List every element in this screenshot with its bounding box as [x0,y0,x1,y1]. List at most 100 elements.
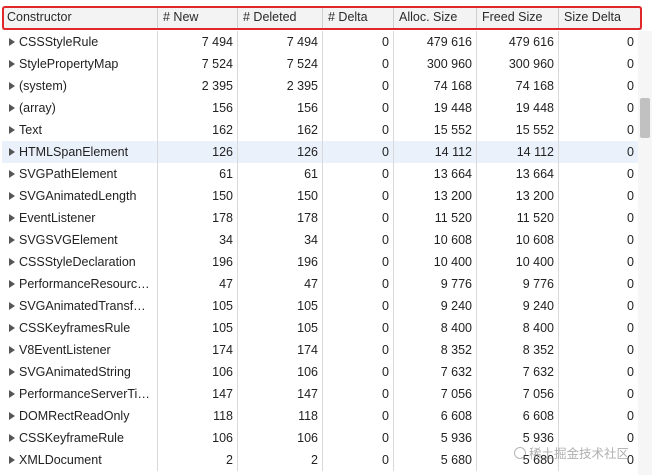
cell-alloc: 9 776 [394,273,477,295]
table-row[interactable]: EventListener 178 178 0 11 520 11 520 0 [2,207,638,229]
cell-alloc: 8 352 [394,339,477,361]
constructor-name: (array) [19,101,56,115]
table-row[interactable]: Text 162 162 0 15 552 15 552 0 [2,119,638,141]
cell-alloc: 74 168 [394,75,477,97]
disclosure-triangle-icon[interactable] [9,389,15,398]
table-row[interactable]: SVGAnimatedLength 150 150 0 13 200 13 200 0 [2,185,638,207]
watermark-logo-icon [514,447,526,459]
constructor-name: StylePropertyMap [19,57,119,71]
column-header-deleted[interactable]: # Deleted [238,6,323,29]
cell-new: 61 [158,163,238,185]
cell-freed: 8 352 [477,339,559,361]
table-row[interactable]: CSSStyleDeclaration 196 196 0 10 400 10 400 0 [2,251,638,273]
cell-size-delta: 0 [627,343,634,357]
table-row[interactable]: CSSKeyframesRule 105 105 0 8 400 8 400 0 [2,317,638,339]
cell-size-delta: 0 [627,255,634,269]
table-row[interactable]: (array) 156 156 0 19 448 19 448 0 [2,97,638,119]
column-header-freed-size[interactable]: Freed Size [477,6,559,29]
constructor-name: SVGPathElement [19,167,117,181]
table-row[interactable]: SVGAnimatedTransf… 105 105 0 9 240 9 240 0 [2,295,638,317]
cell-delta: 0 [323,31,394,53]
disclosure-triangle-icon[interactable] [9,279,15,288]
cell-freed: 15 552 [477,119,559,141]
cell-deleted: 61 [238,163,323,185]
cell-freed: 13 664 [477,163,559,185]
cell-delta: 0 [323,119,394,141]
cell-alloc: 5 680 [394,449,477,471]
disclosure-triangle-icon[interactable] [9,59,15,68]
cell-deleted: 47 [238,273,323,295]
scrollbar-thumb[interactable] [640,98,650,138]
disclosure-triangle-icon[interactable] [9,235,15,244]
cell-new: 178 [158,207,238,229]
disclosure-triangle-icon[interactable] [9,323,15,332]
cell-freed: 7 632 [477,361,559,383]
cell-delta: 0 [323,185,394,207]
disclosure-triangle-icon[interactable] [9,411,15,420]
cell-freed: 300 960 [477,53,559,75]
cell-size-delta: 0 [627,57,634,71]
table-row[interactable]: DOMRectReadOnly 118 118 0 6 608 6 608 0 [2,405,638,427]
disclosure-triangle-icon[interactable] [9,367,15,376]
disclosure-triangle-icon[interactable] [9,455,15,464]
cell-freed: 9 240 [477,295,559,317]
disclosure-triangle-icon[interactable] [9,147,15,156]
cell-new: 174 [158,339,238,361]
disclosure-triangle-icon[interactable] [9,301,15,310]
cell-delta: 0 [323,383,394,405]
disclosure-triangle-icon[interactable] [9,433,15,442]
table-row[interactable]: HTMLSpanElement 126 126 0 14 112 14 112 0 [2,141,638,163]
table-row[interactable]: SVGSVGElement 34 34 0 10 608 10 608 0 [2,229,638,251]
cell-alloc: 479 616 [394,31,477,53]
watermark-text: 稀土掘金技术社区 [529,446,630,461]
cell-new: 147 [158,383,238,405]
disclosure-triangle-icon[interactable] [9,125,15,134]
cell-deleted: 34 [238,229,323,251]
disclosure-triangle-icon[interactable] [9,213,15,222]
table-row[interactable]: SVGPathElement 61 61 0 13 664 13 664 0 [2,163,638,185]
column-header-constructor[interactable]: Constructor [2,6,158,29]
table-body: CSSStyleRule 7 494 7 494 0 479 616 479 616 0 St… [2,31,638,471]
cell-deleted: 156 [238,97,323,119]
cell-freed: 19 448 [477,97,559,119]
cell-name: SVGPathElement [2,163,158,185]
constructor-name: CSSStyleRule [19,35,99,49]
disclosure-triangle-icon[interactable] [9,103,15,112]
table-row[interactable]: (system) 2 395 2 395 0 74 168 74 168 0 [2,75,638,97]
table-row[interactable]: SVGAnimatedString 106 106 0 7 632 7 632 0 [2,361,638,383]
cell-delta: 0 [323,273,394,295]
cell-delta: 0 [323,75,394,97]
column-header-size-delta[interactable]: Size Delta [559,6,642,29]
cell-name: (array) [2,97,158,119]
table-row[interactable]: PerformanceServerTi… 147 147 0 7 056 7 056 0 [2,383,638,405]
disclosure-triangle-icon[interactable] [9,37,15,46]
cell-freed: 9 776 [477,273,559,295]
constructor-name: PerformanceServerTi… [19,387,150,401]
cell-delta: 0 [323,427,394,449]
table-row[interactable]: CSSStyleRule 7 494 7 494 0 479 616 479 616 0 [2,31,638,53]
table-row[interactable]: StylePropertyMap 7 524 7 524 0 300 960 300 96… [2,53,638,75]
disclosure-triangle-icon[interactable] [9,169,15,178]
column-header-alloc-size[interactable]: Alloc. Size [394,6,477,29]
cell-delta: 0 [323,339,394,361]
cell-name: SVGAnimatedString [2,361,158,383]
cell-deleted: 174 [238,339,323,361]
cell-alloc: 13 664 [394,163,477,185]
cell-new: 150 [158,185,238,207]
disclosure-triangle-icon[interactable] [9,257,15,266]
column-header-new[interactable]: # New [158,6,238,29]
cell-deleted: 7 494 [238,31,323,53]
cell-new: 7 524 [158,53,238,75]
table-row[interactable]: PerformanceResourc… 47 47 0 9 776 9 776 0 [2,273,638,295]
column-header-delta[interactable]: # Delta [323,6,394,29]
cell-freed: 74 168 [477,75,559,97]
disclosure-triangle-icon[interactable] [9,345,15,354]
constructor-name: PerformanceResourc… [19,277,150,291]
constructor-name: DOMRectReadOnly [19,409,130,423]
cell-new: 105 [158,317,238,339]
table-row[interactable]: V8EventListener 174 174 0 8 352 8 352 0 [2,339,638,361]
cell-deleted: 196 [238,251,323,273]
cell-alloc: 300 960 [394,53,477,75]
disclosure-triangle-icon[interactable] [9,81,15,90]
disclosure-triangle-icon[interactable] [9,191,15,200]
